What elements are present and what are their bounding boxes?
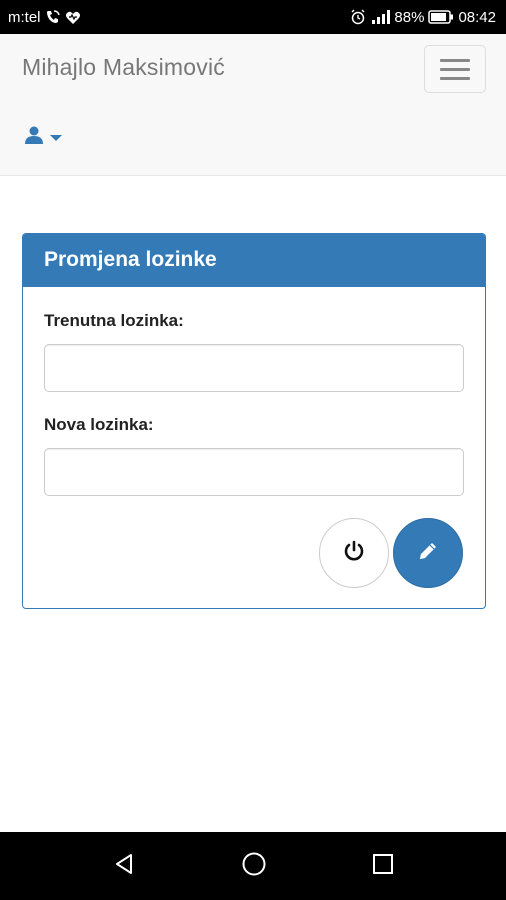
navbar-toggle-button[interactable]	[424, 45, 486, 93]
submit-password-button[interactable]	[393, 518, 463, 588]
home-icon[interactable]	[241, 851, 267, 882]
navbar: Mihajlo Maksimović	[0, 34, 506, 176]
panel-title: Promjena lozinke	[23, 234, 485, 287]
heart-icon	[65, 10, 81, 25]
new-password-field[interactable]	[44, 448, 464, 496]
system-navigation-bar	[0, 832, 506, 900]
status-left: m:tel	[8, 9, 81, 26]
back-icon[interactable]	[112, 852, 136, 881]
power-icon	[343, 540, 365, 567]
clock: 08:42	[458, 8, 496, 26]
current-password-label: Trenutna lozinka:	[44, 311, 184, 330]
caret-down-icon	[50, 129, 62, 147]
hamburger-menu-icon	[440, 58, 470, 62]
hamburger-menu-icon	[440, 76, 470, 80]
battery-icon	[428, 10, 454, 24]
current-password-field[interactable]	[44, 344, 464, 392]
recents-icon[interactable]	[372, 853, 394, 880]
wifi-call-icon	[45, 9, 61, 25]
navbar-brand[interactable]: Mihajlo Maksimović	[22, 54, 225, 81]
status-bar: m:tel 88% 08:42	[0, 0, 506, 34]
carrier-name: m:tel	[8, 8, 41, 26]
signal-icon	[370, 9, 391, 25]
logout-button[interactable]	[319, 518, 389, 588]
user-icon	[25, 126, 43, 149]
change-password-panel: Promjena lozinke Trenutna lozinka: Nova …	[22, 233, 486, 609]
user-dropdown-toggle[interactable]	[25, 126, 62, 149]
status-right: 88% 08:42	[350, 9, 496, 26]
pencil-icon	[417, 540, 439, 567]
new-password-label: Nova lozinka:	[44, 415, 154, 434]
hamburger-menu-icon	[440, 67, 470, 71]
alarm-icon	[350, 9, 366, 25]
battery-percent: 88%	[394, 8, 425, 26]
